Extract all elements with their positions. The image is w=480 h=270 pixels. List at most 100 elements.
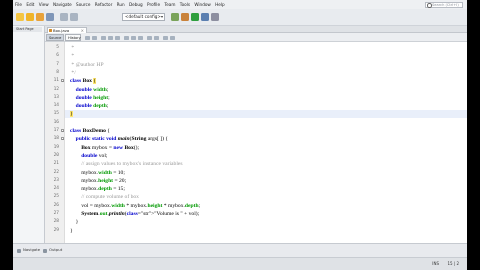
comment-icon[interactable] <box>163 35 168 40</box>
code-text: class BoxDemo { <box>70 128 110 134</box>
shift-left-icon[interactable] <box>131 35 136 40</box>
code-line[interactable]: 26 vol = mybox.width * mybox.height * my… <box>45 202 467 210</box>
open-project-icon[interactable] <box>36 13 44 21</box>
start-macro-icon[interactable] <box>147 35 152 40</box>
find-previous-icon[interactable] <box>108 35 113 40</box>
code-text: mybox.depth = 15; <box>70 186 125 193</box>
code-line[interactable]: 22 mybox.width = 10; <box>45 169 467 177</box>
code-line[interactable]: 14 double depth; <box>45 102 467 110</box>
code-text: * @author HP <box>70 61 104 68</box>
line-number: 25 <box>53 194 59 200</box>
line-number: 20 <box>53 152 59 158</box>
tab-navigator[interactable]: Navigate <box>23 247 40 253</box>
insert-mode-indicator: INS <box>432 261 439 266</box>
back-icon[interactable] <box>85 35 90 40</box>
line-number: 7 <box>56 61 59 67</box>
code-line[interactable]: 5 * <box>45 44 467 52</box>
toggle-bookmark-icon[interactable] <box>124 35 129 40</box>
code-line[interactable]: 7 * @author HP <box>45 61 467 69</box>
fold-toggle-icon[interactable]: − <box>60 137 64 141</box>
file-tab-label: Box.java <box>53 27 70 33</box>
stop-macro-icon[interactable] <box>154 35 159 40</box>
code-text: double vol; <box>81 152 108 159</box>
line-number: 8 <box>56 69 59 75</box>
code-text: double height; <box>75 94 110 101</box>
line-number: 17 <box>53 128 59 133</box>
tab-output[interactable]: Output <box>49 247 62 253</box>
code-text: mybox.width = 10; <box>70 169 125 176</box>
menu-refactor[interactable]: Refactor <box>95 0 113 9</box>
menu-profile[interactable]: Profile <box>147 0 160 9</box>
code-line[interactable]: 25 // compute volume of box <box>45 193 467 201</box>
find-next-icon[interactable] <box>115 35 120 40</box>
line-number: 12 <box>53 86 59 92</box>
code-line[interactable]: 24 mybox.depth = 15; <box>45 185 467 193</box>
code-line[interactable]: 29} <box>45 227 467 235</box>
search-placeholder: Search (Ctrl+I) <box>432 2 459 7</box>
code-line[interactable]: 20 double vol; <box>45 152 467 160</box>
code-line[interactable]: 18− public static void main(String args[… <box>45 135 467 143</box>
tab-start-page[interactable]: Start Page <box>13 27 42 32</box>
bottom-panel-bar: Navigate Output <box>13 243 467 257</box>
shift-right-icon[interactable] <box>138 35 143 40</box>
menu-edit[interactable]: Edit <box>26 0 34 9</box>
code-text: */ <box>70 69 76 76</box>
save-all-icon[interactable] <box>46 13 54 21</box>
code-line[interactable]: 6 * <box>45 52 467 60</box>
new-project-icon[interactable] <box>16 13 24 21</box>
run-icon[interactable] <box>191 13 199 21</box>
search-input[interactable]: Search (Ctrl+I) <box>425 1 463 8</box>
code-text: } <box>70 227 73 234</box>
debug-icon[interactable] <box>201 13 209 21</box>
navigator-icon <box>17 248 21 253</box>
menu-debug[interactable]: Debug <box>129 0 143 9</box>
code-line[interactable]: 21 // assign values to mybox's instance … <box>45 160 467 168</box>
code-line[interactable]: 12 double width; <box>45 86 467 94</box>
tab-source[interactable]: Source <box>46 34 64 41</box>
forward-icon[interactable] <box>92 35 97 40</box>
code-line[interactable]: 15} <box>45 110 467 119</box>
menu-source[interactable]: Source <box>76 0 90 9</box>
line-number: 18 <box>53 136 59 142</box>
code-text: vol = mybox.width * mybox.height * mybox… <box>70 202 201 209</box>
find-icon[interactable] <box>101 35 106 40</box>
code-text: public static void main(String args[ ]) … <box>75 136 169 143</box>
fold-toggle-icon[interactable]: − <box>60 79 64 83</box>
code-line[interactable]: 8 */ <box>45 69 467 77</box>
code-line[interactable]: 27 System.out.println(class="str">"Volum… <box>45 210 467 218</box>
profile-icon[interactable] <box>211 13 219 21</box>
undo-icon[interactable] <box>60 13 68 21</box>
code-line[interactable]: 11− class Box { <box>45 77 467 85</box>
line-number: 14 <box>53 103 59 109</box>
redo-icon[interactable] <box>70 13 78 21</box>
code-line[interactable]: 28 } <box>45 218 467 226</box>
code-line[interactable]: 13 double height; <box>45 94 467 102</box>
menu-tools[interactable]: Tools <box>180 0 190 9</box>
code-editor[interactable]: 5 * 6 * 7 * @author HP 8 */11− class Box {12… <box>45 42 467 269</box>
code-line[interactable]: 19 Box mybox = new Box(); <box>45 144 467 152</box>
code-text: * <box>70 45 75 51</box>
new-file-icon[interactable] <box>26 13 34 21</box>
build-icon[interactable] <box>171 13 179 21</box>
code-line[interactable]: 23 mybox.height = 20; <box>45 177 467 185</box>
menu-navigate[interactable]: Navigate <box>53 0 72 9</box>
ide-window: File Edit View Navigate Source Refactor … <box>13 0 467 270</box>
line-number: 23 <box>53 177 59 183</box>
menu-file[interactable]: File <box>15 0 22 9</box>
code-text: double width; <box>75 86 109 93</box>
menu-team[interactable]: Team <box>164 0 175 9</box>
code-text: } <box>70 111 73 118</box>
uncomment-icon[interactable] <box>170 35 175 40</box>
menu-help[interactable]: Help <box>215 0 225 9</box>
editor-toolbar: Source History <box>45 33 467 42</box>
configuration-select[interactable]: <default config> <box>122 13 165 21</box>
clean-build-icon[interactable] <box>181 13 189 21</box>
menu-run[interactable]: Run <box>117 0 125 9</box>
fold-toggle-icon[interactable]: − <box>60 129 64 133</box>
code-line[interactable]: 16 <box>45 119 467 127</box>
menu-window[interactable]: Window <box>194 0 211 9</box>
code-line[interactable]: 17− class BoxDemo { <box>45 127 467 135</box>
menu-view[interactable]: View <box>39 0 49 9</box>
search-icon <box>427 3 432 8</box>
tab-history[interactable]: History <box>65 34 81 41</box>
